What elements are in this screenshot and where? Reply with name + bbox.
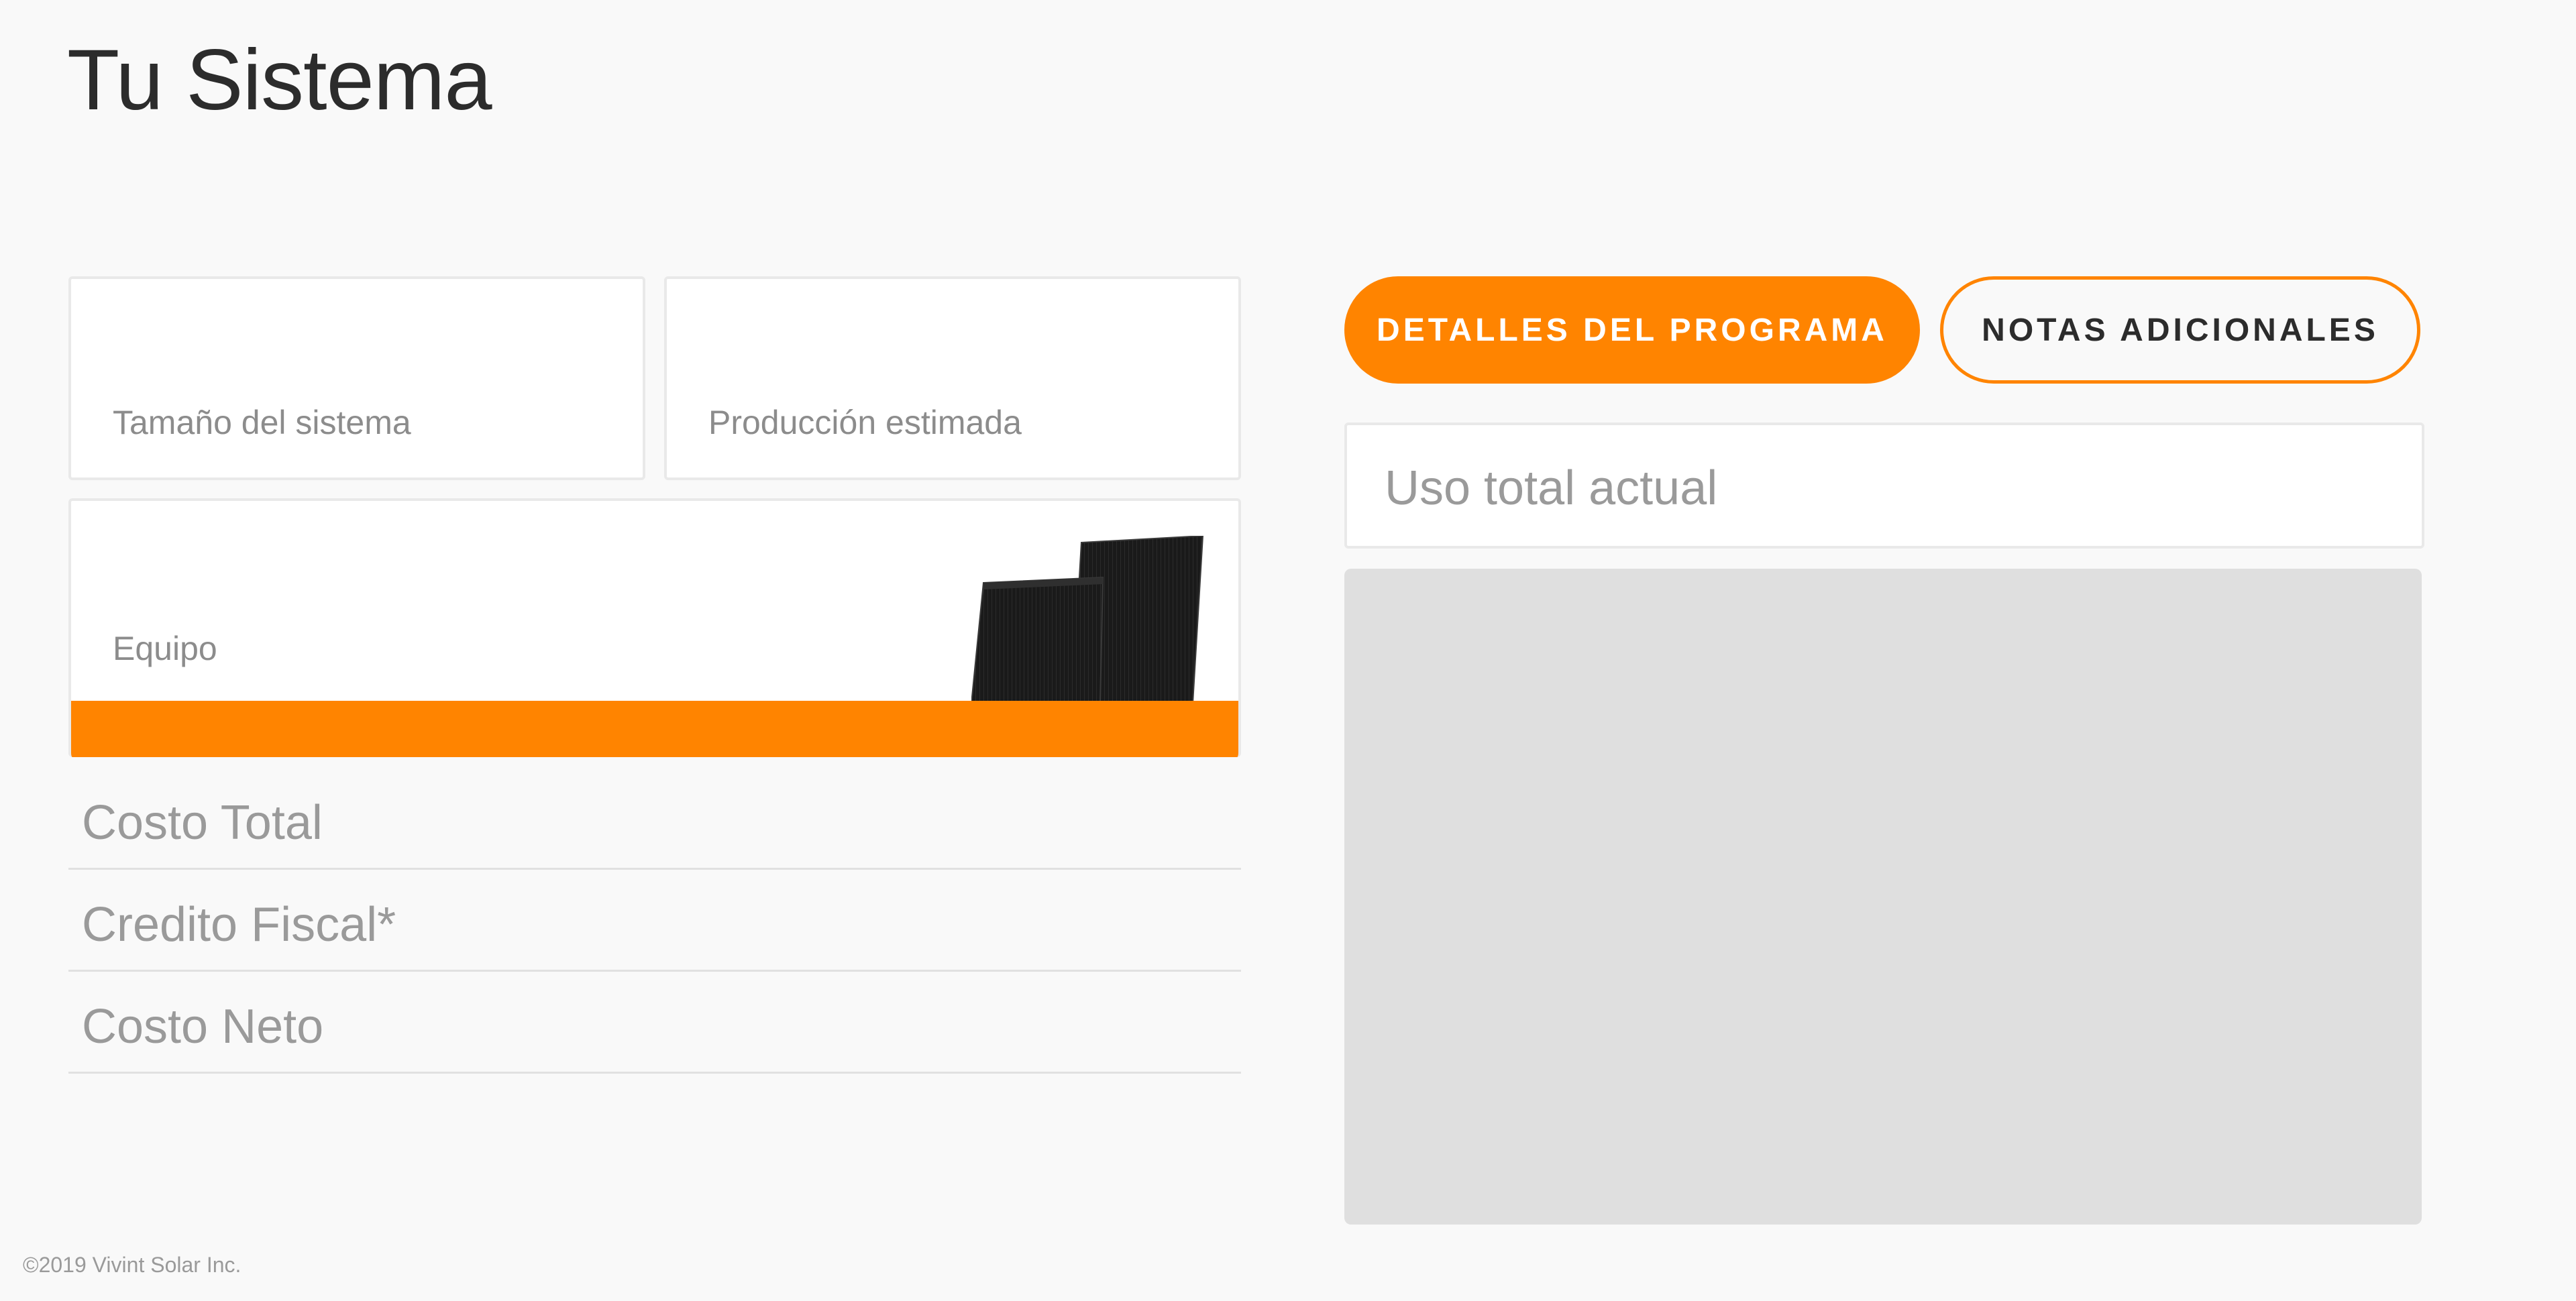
system-size-label: Tamaño del sistema [113, 404, 411, 441]
net-cost-label: Costo Neto [82, 1000, 324, 1054]
current-usage-label: Uso total actual [1385, 461, 1718, 515]
tax-credit-label: Credito Fiscal* [82, 898, 396, 952]
usage-chart-placeholder [1344, 569, 2422, 1225]
equipment-label: Equipo [113, 630, 217, 667]
estimated-production-card: Producción estimada [664, 276, 1241, 480]
total-cost-row: Costo Total [68, 768, 1241, 870]
tax-credit-row: Credito Fiscal* [68, 870, 1241, 972]
total-cost-label: Costo Total [82, 796, 323, 850]
page: Tu Sistema Tamaño del sistema Producción… [0, 0, 2576, 1301]
net-cost-row: Costo Neto [68, 972, 1241, 1074]
additional-notes-button[interactable]: NOTAS ADICIONALES [1940, 276, 2420, 384]
page-title: Tu Sistema [67, 32, 492, 128]
equipment-card: Equipo [68, 498, 1241, 757]
estimated-production-label: Producción estimada [708, 404, 1022, 441]
equipment-accent-bar [71, 701, 1238, 757]
copyright-footer: ©2019 Vivint Solar Inc. [23, 1253, 241, 1277]
system-size-card: Tamaño del sistema [68, 276, 645, 480]
program-details-button[interactable]: DETALLES DEL PROGRAMA [1344, 276, 1920, 384]
current-usage-card: Uso total actual [1344, 422, 2424, 549]
solar-panels-image [971, 536, 1204, 703]
